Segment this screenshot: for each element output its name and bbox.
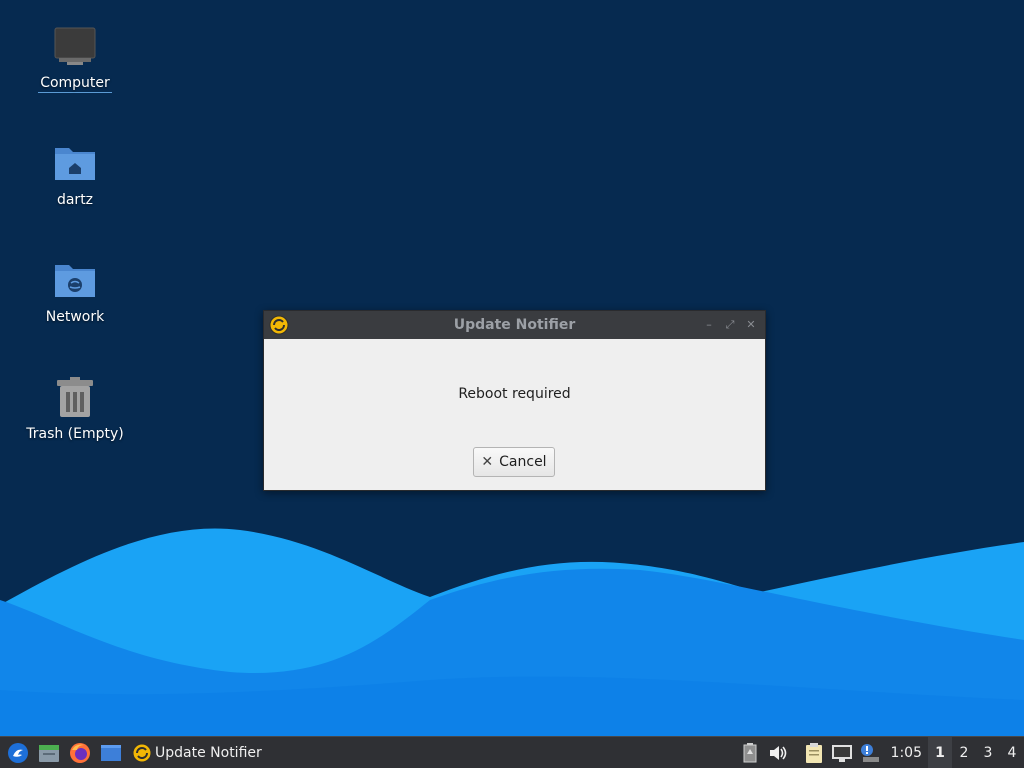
maximize-button[interactable]: ⤢ bbox=[722, 317, 738, 333]
desktop-icon-trash[interactable]: Trash (Empty) bbox=[18, 373, 132, 443]
workspace-2[interactable]: 2 bbox=[952, 737, 976, 768]
update-notifier-icon bbox=[132, 743, 152, 763]
clock[interactable]: 1:05 bbox=[891, 745, 922, 761]
desktop-icon-label: Trash (Empty) bbox=[26, 426, 124, 442]
desktop-icon-network[interactable]: Network bbox=[18, 256, 132, 326]
desktop: Computer dartz Network Trash (Empty) Upd… bbox=[0, 0, 1024, 768]
workspace-1[interactable]: 1 bbox=[928, 737, 952, 768]
file-manager-icon[interactable] bbox=[36, 740, 62, 766]
close-button[interactable]: ✕ bbox=[743, 317, 759, 333]
computer-icon bbox=[51, 22, 99, 70]
update-notifier-dialog: Update Notifier – ⤢ ✕ Reboot required ✕ … bbox=[263, 310, 766, 491]
volume-icon[interactable] bbox=[767, 742, 789, 764]
dialog-title: Update Notifier bbox=[453, 317, 576, 333]
workspace-3[interactable]: 3 bbox=[976, 737, 1000, 768]
taskbar-item-label: Update Notifier bbox=[155, 744, 262, 761]
taskbar-item-update-notifier[interactable]: Update Notifier bbox=[132, 743, 262, 763]
trash-icon bbox=[51, 373, 99, 421]
network-icon[interactable] bbox=[831, 742, 853, 764]
desktop-icon-home[interactable]: dartz bbox=[18, 139, 132, 209]
dialog-message: Reboot required bbox=[458, 386, 571, 402]
cancel-button[interactable]: ✕ Cancel bbox=[473, 447, 555, 477]
dialog-body: Reboot required ✕ Cancel bbox=[264, 339, 765, 489]
desktop-icon-computer[interactable]: Computer bbox=[18, 22, 132, 93]
minimize-button[interactable]: – bbox=[701, 317, 717, 333]
battery-icon[interactable] bbox=[739, 742, 761, 764]
desktop-icon-label: dartz bbox=[56, 192, 94, 208]
close-icon: ✕ bbox=[481, 454, 494, 470]
home-folder-icon bbox=[51, 139, 99, 187]
network-folder-icon bbox=[51, 256, 99, 304]
clipboard-icon[interactable] bbox=[803, 742, 825, 764]
show-desktop-icon[interactable] bbox=[98, 740, 124, 766]
workspace-4[interactable]: 4 bbox=[1000, 737, 1024, 768]
desktop-icon-label: Computer bbox=[38, 75, 112, 93]
system-tray: 1:05 1 2 3 4 bbox=[733, 737, 1024, 768]
cancel-button-label: Cancel bbox=[499, 454, 547, 470]
dialog-title-bar[interactable]: Update Notifier – ⤢ ✕ bbox=[264, 311, 765, 339]
taskbar: Update Notifier 1:05 1 2 3 4 bbox=[0, 736, 1024, 768]
update-notifier-icon bbox=[269, 315, 289, 339]
update-notifier-tray-icon[interactable] bbox=[859, 742, 881, 764]
start-menu-icon[interactable] bbox=[5, 740, 31, 766]
desktop-icon-label: Network bbox=[45, 309, 105, 325]
firefox-icon[interactable] bbox=[67, 740, 93, 766]
